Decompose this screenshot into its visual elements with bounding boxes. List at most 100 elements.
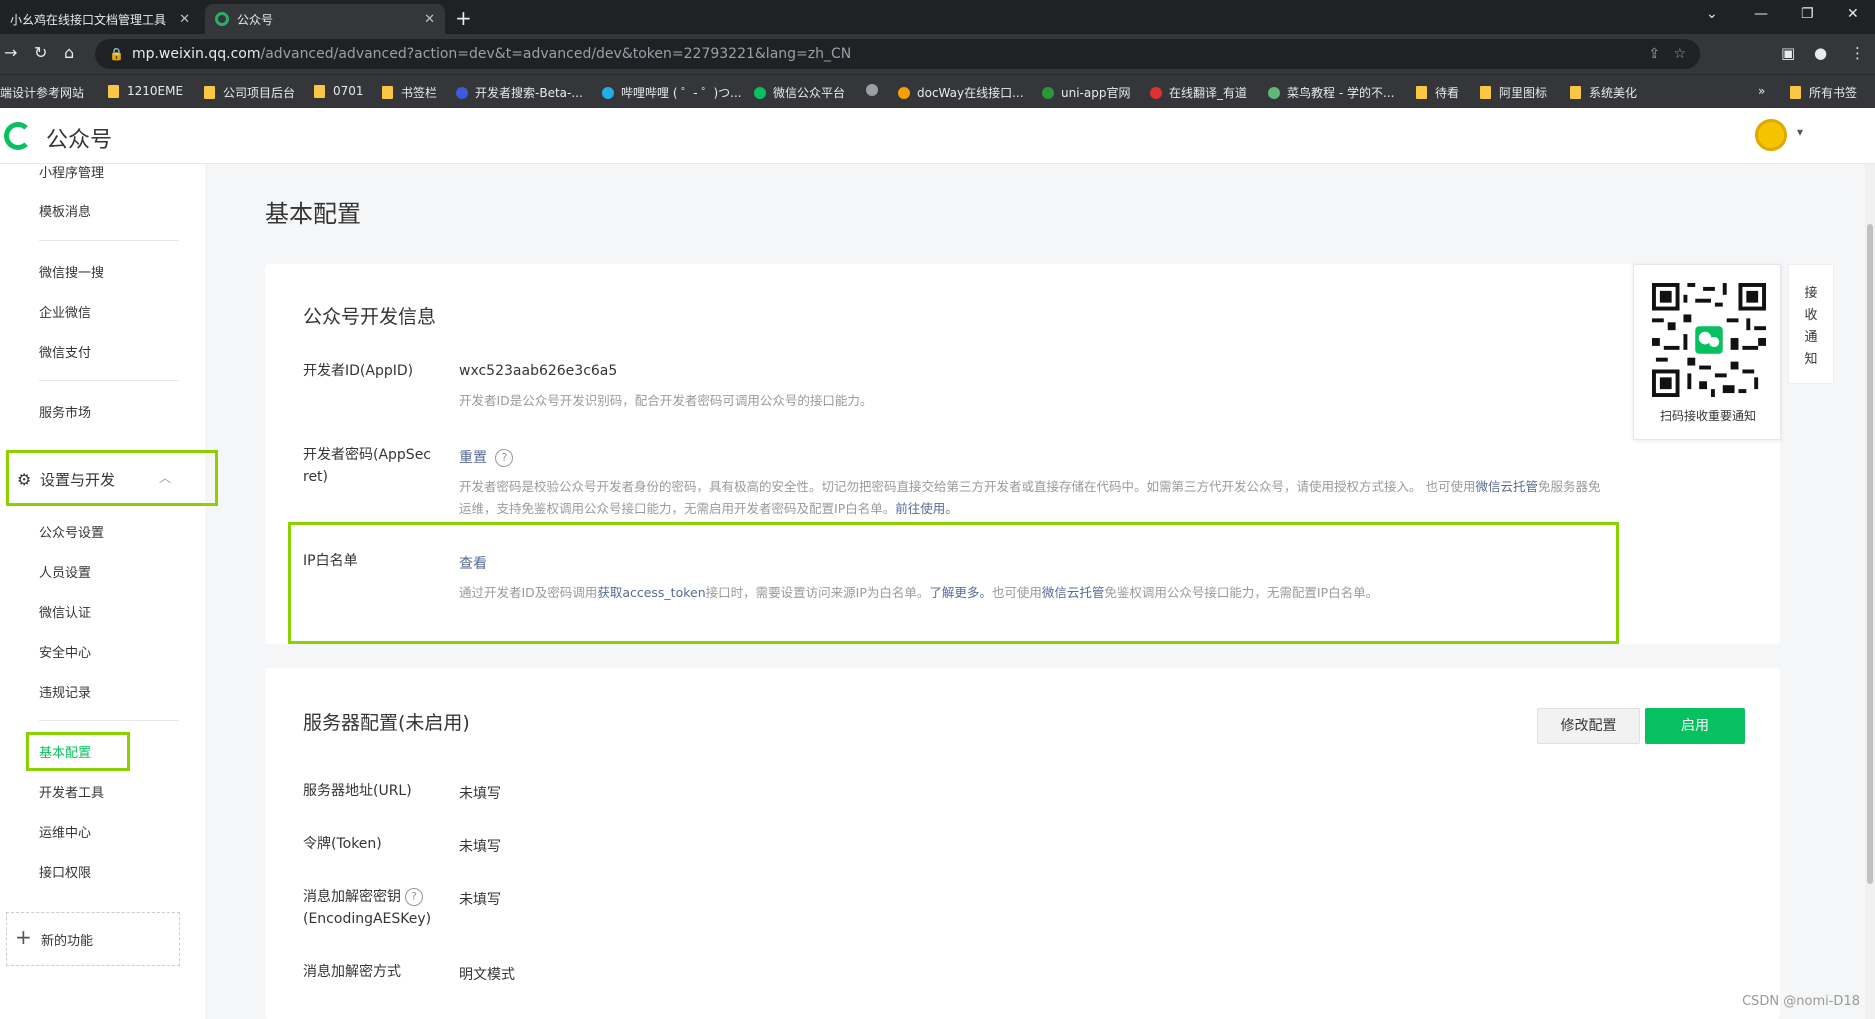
bookmark-item[interactable]: docWay在线接口... [898, 84, 1024, 101]
go-use-link[interactable]: 前往使用。 [895, 501, 958, 516]
wechat-favicon-icon [215, 12, 229, 26]
qr-code-icon [1652, 283, 1766, 397]
bookmark-item[interactable]: 0701 [314, 84, 364, 98]
cloud-hosting-link[interactable]: 微信云托管 [1475, 479, 1538, 494]
bookmark-item[interactable]: 公司项目后台 [204, 84, 295, 101]
new-feature-button[interactable]: + 新的功能 [6, 912, 180, 966]
encrypt-mode-value: 明文模式 [459, 967, 515, 983]
docway-icon [898, 86, 910, 99]
more-bookmarks-icon[interactable]: » [1758, 84, 1765, 98]
wechat-mp-logo-icon [4, 122, 32, 150]
browser-tab[interactable]: 小幺鸡在线接口文档管理工具 ✕ [0, 4, 200, 34]
bookmark-item[interactable]: 端设计参考网站 [0, 84, 84, 101]
url-path: /advanced/advanced?action=dev&t=advanced… [260, 46, 852, 62]
secret-label: 开发者密码(AppSec ret) [303, 447, 432, 485]
sidebar-item-verification[interactable]: 微信认证 [39, 602, 91, 621]
sidebar-item-miniprogram[interactable]: 小程序管理 [39, 162, 104, 181]
bookmark-item[interactable]: 系统美化 [1570, 84, 1637, 101]
sidebar-item-staff-settings[interactable]: 人员设置 [39, 562, 91, 581]
share-star-icons[interactable]: ⇪ ☆ [1648, 46, 1686, 62]
question-icon[interactable]: ? [495, 449, 514, 467]
baidu-icon [456, 86, 468, 99]
profile-icon[interactable]: ● [1814, 44, 1827, 62]
enable-button[interactable]: 启用 [1645, 708, 1745, 744]
new-tab-icon[interactable]: + [455, 6, 472, 30]
bookmark-item[interactable]: 阿里图标 [1480, 84, 1547, 101]
edit-config-button[interactable]: 修改配置 [1537, 708, 1640, 744]
sidebar-item-api-permissions[interactable]: 接口权限 [39, 862, 91, 881]
bookmark-item[interactable]: 菜鸟教程 - 学的不... [1268, 84, 1394, 101]
bookmark-item[interactable]: 哔哩哔哩 ( ゜- ゜)つ... [602, 84, 742, 101]
sidebar-item-wechat-pay[interactable]: 微信支付 [39, 342, 91, 361]
folder-icon [1790, 86, 1801, 99]
bookmark-item[interactable]: 开发者搜索-Beta-... [456, 84, 583, 101]
bookmark-item[interactable] [866, 84, 885, 96]
all-bookmarks[interactable]: 所有书签 [1790, 84, 1857, 101]
aeskey-value: 未填写 [459, 892, 501, 908]
browser-toolbar: → ↻ ⌂ 🔒 mp.weixin.qq.com /advanced/advan… [0, 34, 1875, 74]
folder-icon [314, 84, 325, 98]
reload-icon[interactable]: ↻ [34, 43, 47, 62]
bookmark-item[interactable]: 微信公众平台 [754, 84, 845, 101]
sidebar-group-settings-dev[interactable]: ⚙ 设置与开发 ︿ [6, 450, 218, 506]
avatar[interactable] [1755, 119, 1787, 151]
sidebar-item-dev-tools[interactable]: 开发者工具 [39, 782, 104, 801]
sidebar-item-account-settings[interactable]: 公众号设置 [39, 522, 104, 541]
server-url-label: 服务器地址(URL) [303, 783, 412, 799]
sidebar-item-wechat-search[interactable]: 微信搜一搜 [39, 262, 104, 281]
receive-notify-tab[interactable]: 接 收 通 知 [1788, 264, 1834, 384]
gear-icon: ⚙ [17, 470, 32, 489]
sidebar-divider [39, 240, 179, 241]
menu-icon[interactable]: ⋮ [1850, 44, 1865, 62]
minimize-icon[interactable]: — [1754, 6, 1768, 22]
browser-tab-active[interactable]: 公众号 ✕ [205, 4, 445, 34]
bookmarks-bar: 端设计参考网站 1210EME 公司项目后台 0701 书签栏 开发者搜索-Be… [0, 74, 1875, 108]
sidebar-item-security-center[interactable]: 安全中心 [39, 642, 91, 661]
restore-icon[interactable]: ❐ [1801, 6, 1814, 22]
home-icon[interactable]: ⌂ [64, 43, 74, 62]
sidepanel-icon[interactable]: ▣ [1781, 44, 1795, 62]
logo-text: 公众号 [46, 128, 113, 153]
question-icon[interactable]: ? [405, 888, 423, 906]
uniapp-icon [1042, 86, 1054, 99]
bookmark-item[interactable]: 书签栏 [382, 84, 437, 101]
folder-icon [108, 84, 119, 98]
bilibili-icon [602, 86, 614, 99]
token-value: 未填写 [459, 839, 501, 855]
app-header: 公众号 ▾ [0, 108, 1875, 164]
forward-icon[interactable]: → [4, 43, 17, 62]
tab-title: 公众号 [237, 12, 274, 27]
bookmark-item[interactable]: 待看 [1416, 84, 1459, 101]
sidebar-item-template-message[interactable]: 模板消息 [39, 201, 91, 220]
encrypt-mode-label: 消息加解密方式 [303, 964, 401, 980]
sidebar-item-wecom[interactable]: 企业微信 [39, 302, 91, 321]
sidebar-item-ops-center[interactable]: 运维中心 [39, 822, 91, 841]
chevron-down-icon[interactable]: ⌄ [1706, 6, 1718, 22]
close-icon[interactable]: ✕ [424, 12, 435, 27]
scroll-thumb[interactable] [1867, 224, 1873, 884]
sidebar-item-basic-config[interactable]: 基本配置 [39, 742, 91, 761]
bookmark-item[interactable]: 1210EME [108, 84, 183, 98]
close-window-icon[interactable]: ✕ [1847, 6, 1859, 22]
chevron-down-icon[interactable]: ▾ [1797, 125, 1803, 139]
section-title: 服务器配置(未启用) [303, 712, 470, 734]
bookmark-item[interactable]: uni-app官网 [1042, 84, 1130, 101]
reset-secret-link[interactable]: 重置 [459, 450, 487, 466]
sidebar-item-violations[interactable]: 违规记录 [39, 682, 91, 701]
address-bar[interactable]: 🔒 mp.weixin.qq.com /advanced/advanced?ac… [95, 39, 1700, 69]
lock-icon: 🔒 [109, 47, 124, 61]
bookmark-item[interactable]: 在线翻译_有道 [1150, 84, 1247, 101]
appid-label: 开发者ID(AppID) [303, 363, 414, 379]
close-icon[interactable]: ✕ [179, 12, 190, 27]
page-scrollbar[interactable] [1865, 164, 1875, 1019]
secret-tip: 开发者密码是校验公众号开发者身份的密码，具有极高的安全性。切记勿把密码直接交给第… [459, 479, 1601, 516]
tab-title: 小幺鸡在线接口文档管理工具 [10, 12, 167, 27]
sidebar-item-service-market[interactable]: 服务市场 [39, 402, 91, 421]
qr-caption: 扫码接收重要通知 [1659, 409, 1756, 423]
chevron-up-icon: ︿ [159, 471, 172, 485]
token-label: 令牌(Token) [303, 836, 382, 852]
ip-whitelist-highlight [288, 522, 1619, 644]
sidebar-group-label: 设置与开发 [40, 471, 116, 489]
appid-value: wxc523aab626e3c6a5 [459, 363, 618, 379]
watermark: CSDN @nomi-D18 [1742, 994, 1860, 1009]
